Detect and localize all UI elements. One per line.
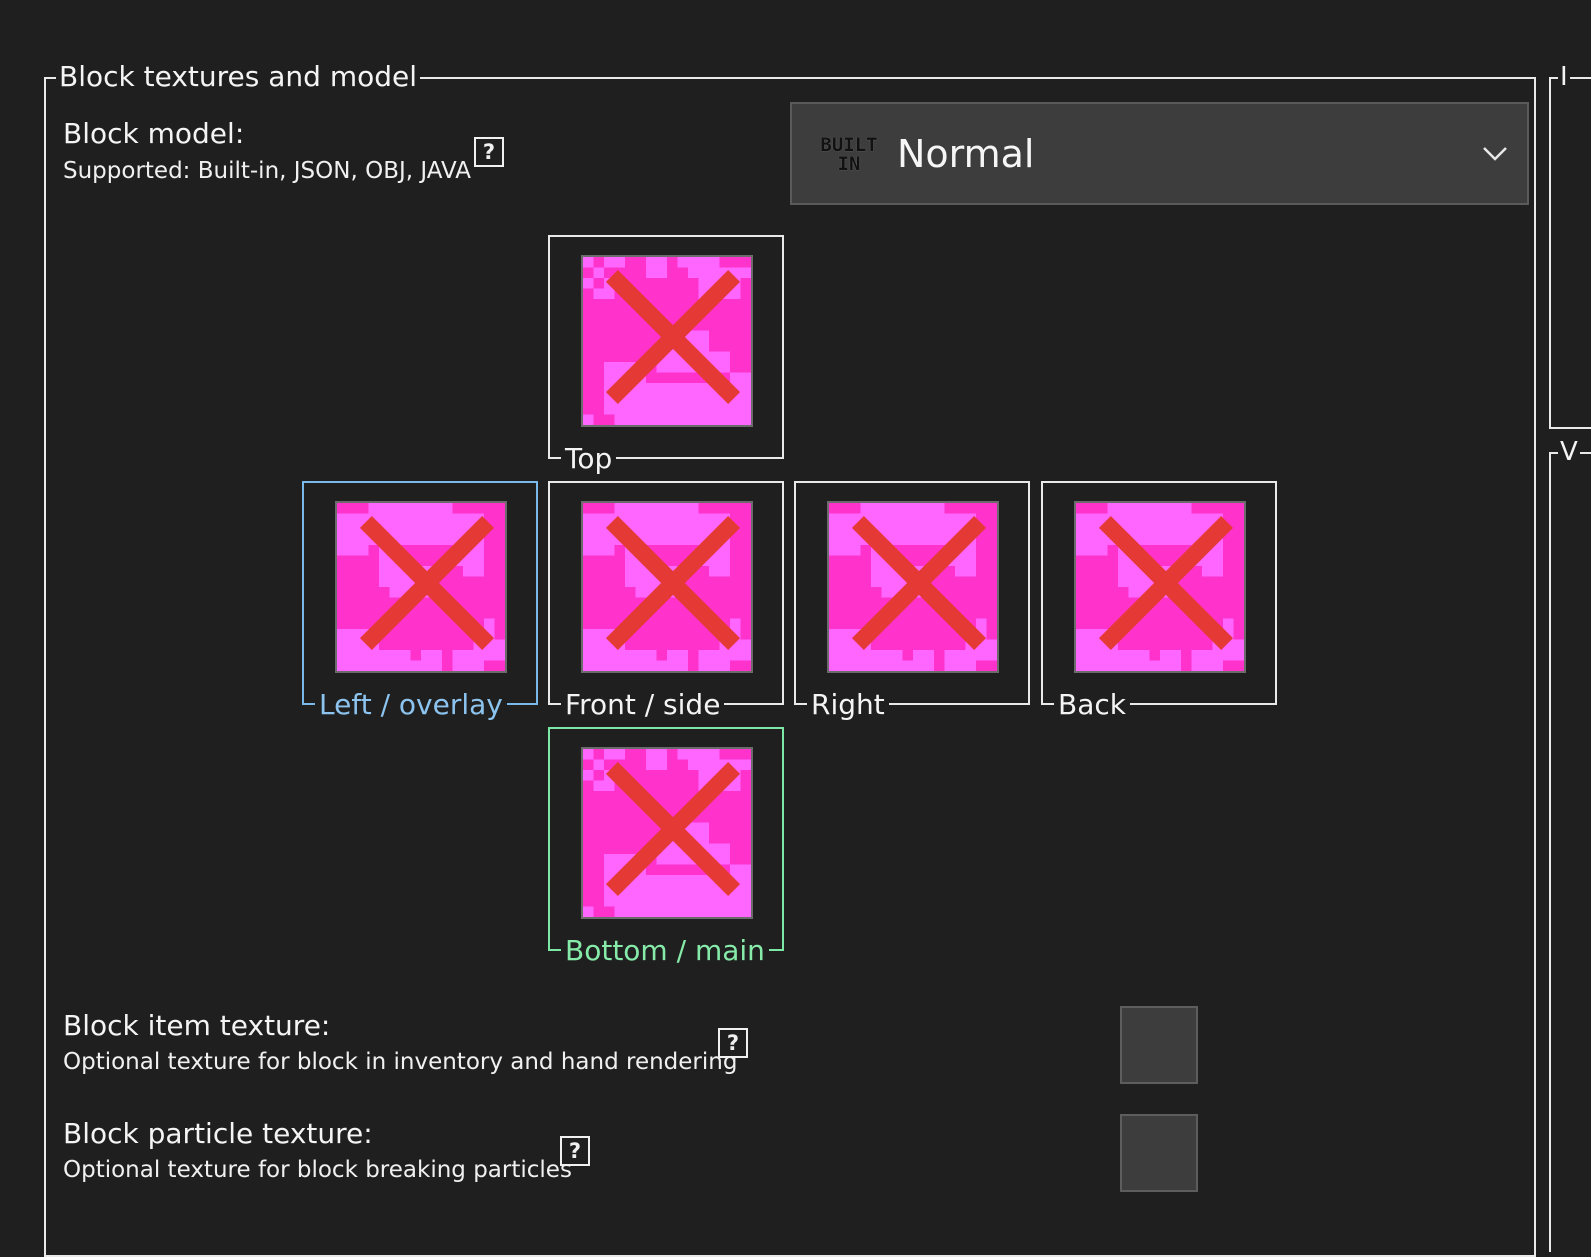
item-texture-selector[interactable] <box>1120 1006 1198 1084</box>
texture-caption-top: Top <box>561 441 617 477</box>
texture-slot-front[interactable]: Front / side <box>548 481 784 723</box>
texture-preview <box>335 501 507 673</box>
texture-preview <box>581 747 753 919</box>
block-model-label: Block model: <box>63 117 245 150</box>
remove-texture-icon[interactable] <box>589 747 753 913</box>
texture-caption-right: Right <box>807 687 889 723</box>
item-texture-label: Block item texture: <box>63 1009 331 1042</box>
adjacent-groupbox-upper-title: I <box>1558 62 1570 92</box>
adjacent-groupbox-lower-title: V <box>1558 437 1580 467</box>
block-textures-groupbox <box>44 77 1536 1257</box>
block-model-value: Normal <box>897 132 1035 176</box>
texture-caption-bottom: Bottom / main <box>561 933 769 969</box>
remove-texture-icon[interactable] <box>1082 501 1246 667</box>
block-model-supported: Supported: Built-in, JSON, OBJ, JAVA <box>63 158 472 184</box>
texture-slot-bottom[interactable]: Bottom / main <box>548 727 784 969</box>
block-model-dropdown[interactable]: BUILT IN Normal <box>790 102 1529 205</box>
builtin-badge-icon: BUILT IN <box>820 134 878 175</box>
texture-preview <box>827 501 999 673</box>
particle-texture-label: Block particle texture: <box>63 1117 373 1150</box>
help-icon[interactable]: ? <box>560 1136 590 1166</box>
texture-preview <box>1074 501 1246 673</box>
particle-texture-desc: Optional texture for block breaking part… <box>63 1157 572 1183</box>
remove-texture-icon[interactable] <box>835 501 999 667</box>
particle-texture-selector[interactable] <box>1120 1114 1198 1192</box>
item-texture-desc: Optional texture for block in inventory … <box>63 1049 738 1075</box>
texture-slot-top[interactable]: Top <box>548 235 784 477</box>
texture-preview <box>581 501 753 673</box>
help-icon[interactable]: ? <box>718 1028 748 1058</box>
remove-texture-icon[interactable] <box>589 501 753 667</box>
texture-caption-front: Front / side <box>561 687 725 723</box>
texture-preview <box>581 255 753 427</box>
chevron-down-icon <box>1483 147 1507 161</box>
texture-slot-right[interactable]: Right <box>794 481 1030 723</box>
remove-texture-icon[interactable] <box>589 255 753 421</box>
groupbox-title: Block textures and model <box>56 58 421 96</box>
texture-caption-back: Back <box>1054 687 1130 723</box>
texture-slot-back[interactable]: Back <box>1041 481 1277 723</box>
help-icon[interactable]: ? <box>474 137 504 167</box>
adjacent-groupbox-lower <box>1549 452 1591 1252</box>
texture-slot-left[interactable]: Left / overlay <box>302 481 538 723</box>
adjacent-groupbox-upper <box>1549 77 1591 429</box>
remove-texture-icon[interactable] <box>343 501 507 667</box>
texture-caption-left: Left / overlay <box>315 687 507 723</box>
